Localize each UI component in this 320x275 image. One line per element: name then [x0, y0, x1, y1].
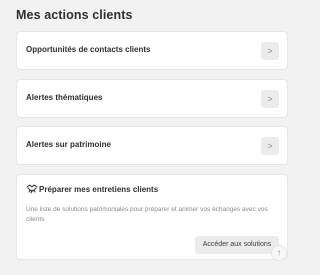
row-card-opportunities[interactable]: Opportunités de contacts clients > [16, 31, 288, 70]
chevron-right-icon[interactable]: > [261, 90, 279, 108]
card-description: Une liste de solutions patrimoniales pou… [26, 206, 268, 223]
card-title: Préparer mes entretiens clients [39, 184, 159, 194]
section-title: Mes actions clients [16, 8, 133, 22]
row-card-thematic-alerts[interactable]: Alertes thématiques > [16, 79, 288, 118]
card-header: Préparer mes entretiens clients [26, 184, 158, 194]
access-solutions-button[interactable]: Accéder aux solutions [195, 236, 279, 254]
client-actions-panel: Mes actions clients Opportunités de cont… [8, 0, 296, 275]
prepare-meetings-card: Préparer mes entretiens clients Une list… [16, 174, 288, 260]
chevron-right-icon[interactable]: > [261, 42, 279, 60]
row-label: Alertes sur patrimoine [26, 140, 111, 149]
chevron-right-icon[interactable]: > [261, 137, 279, 155]
handshake-icon [26, 184, 38, 194]
row-label: Opportunités de contacts clients [26, 45, 151, 54]
row-card-wealth-alerts[interactable]: Alertes sur patrimoine > [16, 126, 288, 165]
row-label: Alertes thématiques [26, 93, 103, 102]
arrow-up-icon[interactable]: ↑ [271, 245, 287, 261]
